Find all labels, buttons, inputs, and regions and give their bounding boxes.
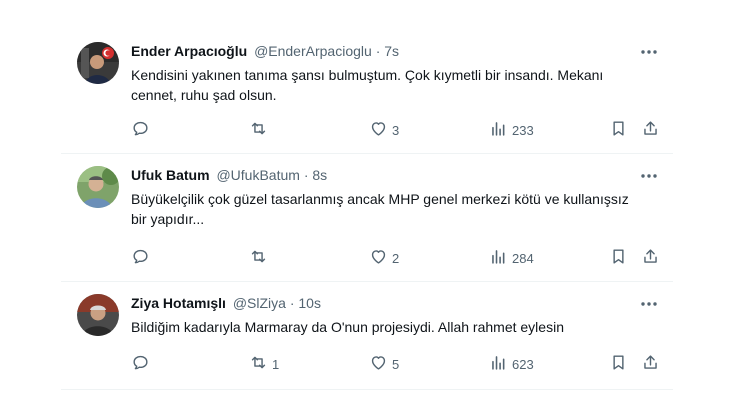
display-name[interactable]: Ufuk Batum [131, 167, 210, 183]
like-button[interactable]: 5 [369, 352, 399, 376]
bookmark-button[interactable] [609, 118, 628, 142]
avatar[interactable] [77, 294, 119, 336]
retweet-icon [249, 353, 268, 375]
share-icon [641, 353, 660, 375]
user-handle[interactable]: @UfukBatum [216, 167, 299, 183]
retweet-button[interactable]: 1 [249, 352, 279, 376]
separator-dot: · [375, 43, 381, 59]
more-icon[interactable] [639, 294, 659, 314]
retweet-count: 1 [272, 356, 280, 372]
action-bar: 3 233 [131, 118, 661, 142]
share-button[interactable] [641, 118, 660, 142]
views-icon [489, 247, 508, 269]
separator-dot: · [289, 295, 295, 311]
view-count: 623 [512, 356, 534, 372]
tweet[interactable]: Ziya Hotamışlı @SlZiya · 10s Bildiğim ka… [61, 282, 673, 390]
display-name[interactable]: Ziya Hotamışlı [131, 295, 226, 311]
timeline: Ender Arpacıoğlu @EnderArpacioglu · 7s K… [61, 30, 673, 390]
view-count: 284 [512, 250, 534, 266]
retweet-icon [249, 247, 268, 269]
views-button[interactable]: 233 [489, 118, 534, 142]
reply-icon [131, 247, 150, 269]
bookmark-icon [609, 353, 628, 375]
share-icon [641, 119, 660, 141]
share-button[interactable] [641, 352, 660, 376]
more-icon[interactable] [639, 42, 659, 62]
share-icon [641, 247, 660, 269]
retweet-button[interactable] [249, 118, 272, 142]
avatar[interactable] [77, 42, 119, 84]
more-icon[interactable] [639, 166, 659, 186]
heart-icon [369, 353, 388, 375]
like-count: 5 [392, 356, 400, 372]
display-name[interactable]: Ender Arpacıoğlu [131, 43, 247, 59]
share-button[interactable] [641, 246, 660, 270]
views-icon [489, 119, 508, 141]
like-button[interactable]: 2 [369, 246, 399, 270]
views-icon [489, 353, 508, 375]
tweet-header: Ziya Hotamışlı @SlZiya · 10s [131, 293, 663, 313]
avatar[interactable] [77, 166, 119, 208]
tweet-header: Ufuk Batum @UfukBatum · 8s [131, 165, 663, 185]
like-count: 2 [392, 250, 400, 266]
separator-dot: · [303, 167, 309, 183]
tweet-text: Büyükelçilik çok güzel tasarlanmış ancak… [131, 191, 629, 227]
bookmark-button[interactable] [609, 246, 628, 270]
heart-icon [369, 119, 388, 141]
reply-icon [131, 119, 150, 141]
reply-button[interactable] [131, 118, 154, 142]
bookmark-button[interactable] [609, 352, 628, 376]
like-button[interactable]: 3 [369, 118, 399, 142]
user-handle[interactable]: @EnderArpacioglu [254, 43, 372, 59]
tweet[interactable]: Ender Arpacıoğlu @EnderArpacioglu · 7s K… [61, 30, 673, 154]
reply-button[interactable] [131, 352, 154, 376]
like-count: 3 [392, 122, 400, 138]
bookmark-icon [609, 247, 628, 269]
retweet-button[interactable] [249, 246, 272, 270]
action-bar: 1 5 623 [131, 352, 661, 376]
views-button[interactable]: 284 [489, 246, 534, 270]
user-handle[interactable]: @SlZiya [233, 295, 286, 311]
action-bar: 2 284 [131, 246, 661, 270]
views-button[interactable]: 623 [489, 352, 534, 376]
tweet-text: Kendisini yakınen tanıma şansı bulmuştum… [131, 67, 604, 103]
bookmark-icon [609, 119, 628, 141]
reply-button[interactable] [131, 246, 154, 270]
retweet-icon [249, 119, 268, 141]
view-count: 233 [512, 122, 534, 138]
heart-icon [369, 247, 388, 269]
timestamp[interactable]: 7s [384, 43, 399, 59]
reply-icon [131, 353, 150, 375]
tweet-text: Bildiğim kadarıyla Marmaray da O'nun pro… [131, 319, 564, 335]
timestamp[interactable]: 8s [312, 167, 327, 183]
tweet[interactable]: Ufuk Batum @UfukBatum · 8s Büyükelçilik … [61, 154, 673, 282]
tweet-header: Ender Arpacıoğlu @EnderArpacioglu · 7s [131, 41, 663, 61]
timestamp[interactable]: 10s [298, 295, 321, 311]
